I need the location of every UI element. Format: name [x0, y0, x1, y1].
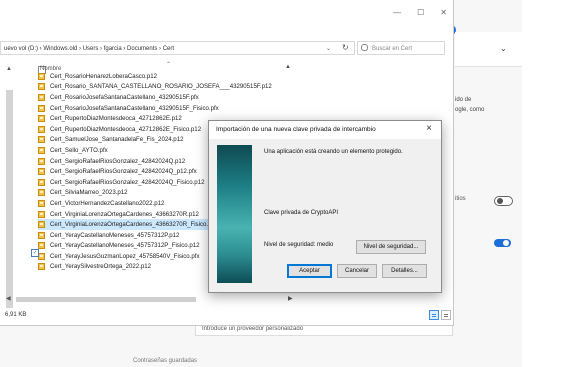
- horizontal-scrollbar-thumb[interactable]: [16, 297, 196, 302]
- sort-up-icon: ⌃: [166, 62, 172, 68]
- close-button[interactable]: ✕: [440, 8, 447, 17]
- dialog-banner-image: [217, 145, 252, 283]
- file-name: Cert_YerayCastellanoMeneses_45757312P.p1…: [50, 231, 180, 239]
- file-name: Cert_VirginiaLorenzaOrtegaCardenes_43663…: [50, 221, 219, 229]
- address-bar[interactable]: uevo vol (D:) › Windows.old › Users › fg…: [0, 41, 355, 55]
- certificate-file-icon: [38, 221, 45, 229]
- navigation-pane: ▲: [0, 62, 28, 308]
- close-icon[interactable]: ×: [426, 123, 432, 134]
- chevron-down-icon[interactable]: ⌄: [500, 44, 507, 53]
- file-name: Cert_YerayCastellanoMeneses_45757312P_Fi…: [50, 242, 200, 250]
- security-level-button[interactable]: Nivel de seguridad...: [356, 240, 426, 254]
- file-name: Cert_RosarioJosefaSantanaCastellano_4329…: [50, 104, 219, 112]
- certificate-file-icon: [38, 115, 45, 123]
- settings-toggle-off[interactable]: [494, 196, 513, 206]
- file-row[interactable]: Cert_Rosario_SANTANA_CASTELLANO_ROSARIO_…: [38, 82, 294, 93]
- file-name: Cert_SergioRafaelRiosGonzalez_42842024Q.…: [50, 157, 186, 165]
- refresh-icon[interactable]: ↻: [342, 43, 349, 52]
- dialog-titlebar: Importación de una nueva clave privada d…: [209, 121, 441, 139]
- accept-button[interactable]: Aceptar: [287, 264, 332, 278]
- settings-right-margin: [522, 0, 582, 367]
- settings-text-line: ogle, como: [455, 107, 485, 113]
- settings-text-line: ido de: [455, 97, 472, 103]
- certificate-file-icon: [38, 83, 45, 91]
- status-bar-size: 6,91 KB: [5, 312, 27, 318]
- certificate-file-icon: [38, 72, 45, 80]
- row-checkbox-checked[interactable]: ✓: [31, 249, 39, 257]
- certificate-file-icon: [38, 146, 45, 154]
- certificate-file-icon: [38, 189, 45, 197]
- saved-passwords-label: Contraseñas guardadas: [133, 358, 198, 364]
- file-row[interactable]: Cert_RosarioHenarezLoberaCasco.p12: [38, 71, 294, 82]
- certificate-file-icon: [38, 93, 45, 101]
- horizontal-scrollbar[interactable]: ◀ ▶: [6, 295, 294, 303]
- settings-toggle-on[interactable]: [494, 239, 511, 247]
- certificate-file-icon: [38, 199, 45, 207]
- maximize-button[interactable]: ☐: [417, 8, 424, 17]
- certificate-file-icon: [38, 136, 45, 144]
- file-name: Cert_Rosario_SANTANA_CASTELLANO_ROSARIO_…: [50, 83, 272, 91]
- file-name: Cert_SergioRafaelRiosGonzalez_42842024Q_…: [50, 178, 205, 186]
- security-level-label: Nivel de seguridad: medio: [264, 242, 334, 248]
- list-view-icon[interactable]: [441, 310, 451, 320]
- file-name: Cert_YeraySilvestreOrtega_2022.p12: [50, 263, 152, 271]
- file-name: Cert_VictorHernandezCastellano2022.p12: [50, 199, 165, 207]
- file-row[interactable]: Cert_RosarioJosefaSantanaCastellano_4329…: [38, 92, 294, 103]
- scroll-up-arrow-icon[interactable]: ▲: [285, 64, 291, 70]
- file-name: Cert_SamuelJose_SantanadelaFe_Fis_2024.p…: [50, 136, 184, 144]
- certificate-file-icon: [38, 168, 45, 176]
- file-name: Cert_RupertoDiazMontesdeoca_42712862E_Fi…: [50, 125, 202, 133]
- certificate-file-icon: [38, 263, 45, 271]
- file-name: Cert_RosarioJosefaSantanaCastellano_4329…: [50, 93, 199, 101]
- file-name: Cert_SergioRafaelRiosGonzalez_42842024Q_…: [50, 168, 197, 176]
- file-name: Cert_RupertoDiazMontesdeoca_42712862E.p1…: [50, 115, 182, 123]
- settings-dropdown-card[interactable]: [455, 32, 522, 67]
- address-history-chevron-icon[interactable]: ⌄: [326, 45, 331, 52]
- toggle-knob: [497, 198, 503, 204]
- import-private-key-dialog: Importación de una nueva clave privada d…: [208, 120, 442, 293]
- search-input[interactable]: Buscar en Cert: [357, 41, 445, 55]
- certificate-file-icon: [38, 104, 45, 112]
- minimize-button[interactable]: —: [393, 8, 401, 17]
- dialog-title: Importación de una nueva clave privada d…: [216, 126, 376, 133]
- scroll-left-arrow-icon[interactable]: ◀: [6, 295, 11, 302]
- certificate-file-icon: [38, 252, 45, 260]
- toggle-knob: [503, 240, 509, 246]
- certificate-file-icon: [38, 125, 45, 133]
- file-name: Cert_VirginiaLorenzaOrtegaCardenes_43663…: [50, 210, 199, 218]
- nav-scrollbar-thumb[interactable]: [6, 90, 13, 308]
- certificate-file-icon: [38, 242, 45, 250]
- file-row[interactable]: Cert_RosarioJosefaSantanaCastellano_4329…: [38, 103, 294, 114]
- file-name: Cert_RosarioHenarezLoberaCasco.p12: [50, 72, 158, 80]
- file-name: Cert_Sello_AYTO.pfx: [50, 146, 108, 154]
- details-button[interactable]: Detalles...: [382, 264, 427, 278]
- certificate-file-icon: [38, 178, 45, 186]
- certificate-file-icon: [38, 157, 45, 165]
- scroll-right-arrow-icon[interactable]: ▶: [288, 295, 293, 302]
- cancel-button[interactable]: Cancelar: [337, 264, 377, 278]
- settings-description: ido de ogle, como: [455, 95, 484, 115]
- details-view-icon[interactable]: [429, 310, 439, 320]
- window-controls: — ☐ ✕: [393, 8, 447, 17]
- file-name: Cert_SilviaMarreo_2023.p12: [50, 189, 128, 197]
- file-name: Cert_YerayJesusGuzmanLopez_45758540V_Fis…: [50, 252, 200, 260]
- settings-sites-label: itios: [455, 196, 466, 202]
- certificate-file-icon: [38, 231, 45, 239]
- certificate-file-icon: [38, 210, 45, 218]
- scroll-up-arrow-icon[interactable]: ▲: [6, 66, 12, 72]
- key-description: Clave privada de CryptoAPI: [264, 210, 339, 216]
- dialog-message: Una aplicación está creando un elemento …: [264, 149, 403, 155]
